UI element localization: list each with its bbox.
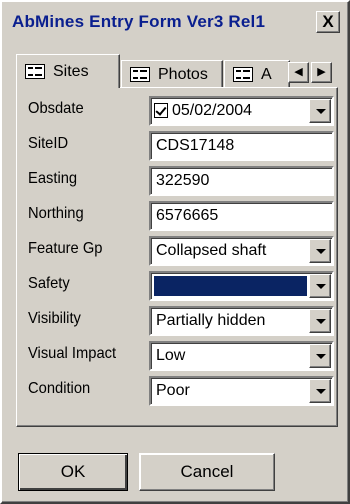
feature-gp-row: Feature Gp Collapsed shaft bbox=[17, 236, 339, 266]
safety-label: Safety bbox=[28, 275, 70, 292]
close-button[interactable]: X bbox=[316, 11, 340, 33]
visual-impact-value: Low bbox=[156, 347, 186, 364]
tab-strip: Sites Photos A ◀ ▶ bbox=[16, 52, 338, 88]
entry-form-window: AbMines Entry Form Ver3 Rel1 X Sites Pho… bbox=[0, 0, 350, 504]
tab-scroll-left-button[interactable]: ◀ bbox=[288, 62, 309, 83]
easting-field[interactable]: 322590 bbox=[149, 166, 334, 196]
obsdate-dropdown-button[interactable] bbox=[309, 99, 331, 123]
easting-label: Easting bbox=[28, 170, 78, 187]
visibility-row: Visibility Partially hidden bbox=[17, 306, 339, 336]
condition-row: Condition Poor bbox=[17, 376, 339, 406]
visibility-label: Visibility bbox=[28, 310, 81, 327]
cancel-button[interactable]: Cancel bbox=[139, 453, 275, 491]
safety-row: Safety bbox=[17, 271, 339, 301]
visual-impact-label: Visual Impact bbox=[28, 345, 117, 362]
safety-selected-highlight bbox=[154, 276, 307, 296]
visibility-dropdown-button[interactable] bbox=[309, 309, 331, 333]
condition-value: Poor bbox=[156, 382, 190, 399]
form-icon bbox=[130, 67, 150, 82]
feature-gp-select[interactable]: Collapsed shaft bbox=[149, 236, 334, 266]
siteid-label: SiteID bbox=[28, 135, 69, 152]
safety-select[interactable] bbox=[149, 271, 334, 301]
obsdate-checkbox[interactable] bbox=[154, 103, 168, 118]
condition-dropdown-button[interactable] bbox=[309, 379, 331, 403]
sites-panel: Obsdate 05/02/2004 SiteID CDS17148 Easti… bbox=[16, 87, 338, 427]
easting-row: Easting 322590 bbox=[17, 166, 339, 196]
siteid-row: SiteID CDS17148 bbox=[17, 131, 339, 161]
visual-impact-row: Visual Impact Low bbox=[17, 341, 339, 371]
tab-sites[interactable]: Sites bbox=[16, 54, 120, 88]
tab-photos[interactable]: Photos bbox=[121, 60, 223, 88]
tab-a[interactable]: A bbox=[224, 60, 290, 88]
obsdate-value: 05/02/2004 bbox=[172, 102, 253, 119]
condition-select[interactable]: Poor bbox=[149, 376, 334, 406]
obsdate-picker[interactable]: 05/02/2004 bbox=[149, 96, 334, 126]
visual-impact-dropdown-button[interactable] bbox=[309, 344, 331, 368]
window-title: AbMines Entry Form Ver3 Rel1 bbox=[12, 12, 266, 31]
northing-field[interactable]: 6576665 bbox=[149, 201, 334, 231]
visibility-value: Partially hidden bbox=[156, 312, 266, 329]
tab-photos-label: Photos bbox=[158, 65, 208, 83]
northing-label: Northing bbox=[28, 205, 84, 222]
form-icon bbox=[25, 64, 45, 79]
feature-gp-dropdown-button[interactable] bbox=[309, 239, 331, 263]
siteid-field[interactable]: CDS17148 bbox=[149, 131, 334, 161]
visual-impact-select[interactable]: Low bbox=[149, 341, 334, 371]
obsdate-row: Obsdate 05/02/2004 bbox=[17, 96, 339, 126]
feature-gp-value: Collapsed shaft bbox=[156, 242, 267, 259]
northing-row: Northing 6576665 bbox=[17, 201, 339, 231]
form-icon bbox=[233, 67, 253, 82]
title-bar[interactable]: AbMines Entry Form Ver3 Rel1 X bbox=[4, 4, 346, 40]
obsdate-label: Obsdate bbox=[28, 100, 84, 117]
condition-label: Condition bbox=[28, 380, 91, 397]
ok-button[interactable]: OK bbox=[18, 453, 128, 491]
tab-scroll-right-button[interactable]: ▶ bbox=[311, 62, 332, 83]
feature-gp-label: Feature Gp bbox=[28, 240, 103, 257]
tab-a-label: A bbox=[261, 65, 272, 83]
visibility-select[interactable]: Partially hidden bbox=[149, 306, 334, 336]
safety-dropdown-button[interactable] bbox=[309, 274, 331, 298]
tab-sites-label: Sites bbox=[53, 62, 89, 80]
